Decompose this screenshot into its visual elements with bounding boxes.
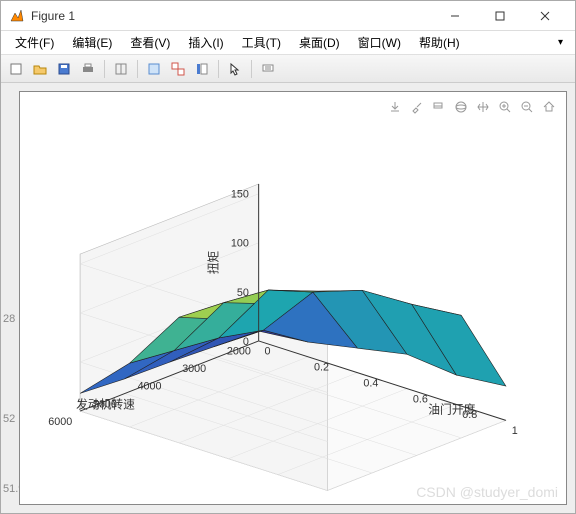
toolbar xyxy=(1,55,575,83)
svg-text:0.2: 0.2 xyxy=(314,362,329,374)
svg-text:0: 0 xyxy=(243,336,249,348)
annotate-button[interactable] xyxy=(257,58,279,80)
svg-text:扭矩: 扭矩 xyxy=(206,250,220,274)
svg-text:50: 50 xyxy=(237,287,249,299)
export-icon[interactable] xyxy=(386,98,404,116)
titlebar: Figure 1 xyxy=(1,1,575,31)
menu-window[interactable]: 窗口(W) xyxy=(350,32,409,53)
toolbar-separator xyxy=(104,60,105,78)
svg-text:4000: 4000 xyxy=(138,381,162,393)
figure-window: Figure 1 文件(F) 编辑(E) 查看(V) 插入(I) 工具(T) 桌… xyxy=(0,0,576,514)
menu-view[interactable]: 查看(V) xyxy=(122,32,178,53)
watermark-text: CSDN @studyer_domi xyxy=(416,484,558,500)
dock-button[interactable] xyxy=(143,58,165,80)
matlab-figure-icon xyxy=(9,8,25,24)
figure-canvas-area: 28 52 51.9 00.20.40.60.81200030004000500… xyxy=(1,83,575,513)
svg-text:6000: 6000 xyxy=(48,416,72,428)
close-button[interactable] xyxy=(522,1,567,31)
zoomout-icon[interactable] xyxy=(518,98,536,116)
pan-icon[interactable] xyxy=(474,98,492,116)
toolbar-separator xyxy=(137,60,138,78)
link-button[interactable] xyxy=(167,58,189,80)
svg-text:100: 100 xyxy=(231,238,249,250)
home-icon[interactable] xyxy=(540,98,558,116)
svg-text:1: 1 xyxy=(512,425,518,437)
open-button[interactable] xyxy=(29,58,51,80)
svg-text:3000: 3000 xyxy=(182,363,206,375)
menu-insert[interactable]: 插入(I) xyxy=(180,32,231,53)
svg-text:0.4: 0.4 xyxy=(363,377,378,389)
svg-text:油门开度: 油门开度 xyxy=(428,403,475,417)
menu-file[interactable]: 文件(F) xyxy=(7,32,62,53)
datatips-icon[interactable] xyxy=(430,98,448,116)
surface-plot: 00.20.40.60.8120003000400050006000050100… xyxy=(20,92,566,504)
zoomin-icon[interactable] xyxy=(496,98,514,116)
brush-icon[interactable] xyxy=(408,98,426,116)
layout-button[interactable] xyxy=(110,58,132,80)
svg-text:发动机转速: 发动机转速 xyxy=(76,397,135,411)
svg-text:0: 0 xyxy=(265,346,271,358)
minimize-button[interactable] xyxy=(432,1,477,31)
colorbar-button[interactable] xyxy=(191,58,213,80)
menubar: 文件(F) 编辑(E) 查看(V) 插入(I) 工具(T) 桌面(D) 窗口(W… xyxy=(1,31,575,55)
svg-text:150: 150 xyxy=(231,189,249,201)
menu-edit[interactable]: 编辑(E) xyxy=(64,32,120,53)
toolbar-separator xyxy=(218,60,219,78)
menu-overflow-icon[interactable]: ▾ xyxy=(552,37,569,48)
cursor-button[interactable] xyxy=(224,58,246,80)
rotate3d-icon[interactable] xyxy=(452,98,470,116)
menu-tools[interactable]: 工具(T) xyxy=(234,32,289,53)
window-title: Figure 1 xyxy=(31,9,432,23)
print-button[interactable] xyxy=(77,58,99,80)
menu-desktop[interactable]: 桌面(D) xyxy=(291,32,348,53)
axes[interactable]: 00.20.40.60.8120003000400050006000050100… xyxy=(19,91,567,505)
bg-number: 52 xyxy=(3,413,15,425)
svg-text:0.6: 0.6 xyxy=(413,393,428,405)
new-figure-button[interactable] xyxy=(5,58,27,80)
save-button[interactable] xyxy=(53,58,75,80)
bg-number: 28 xyxy=(3,313,15,325)
toolbar-separator xyxy=(251,60,252,78)
maximize-button[interactable] xyxy=(477,1,522,31)
axes-toolbar xyxy=(386,98,558,116)
menu-help[interactable]: 帮助(H) xyxy=(411,32,468,53)
